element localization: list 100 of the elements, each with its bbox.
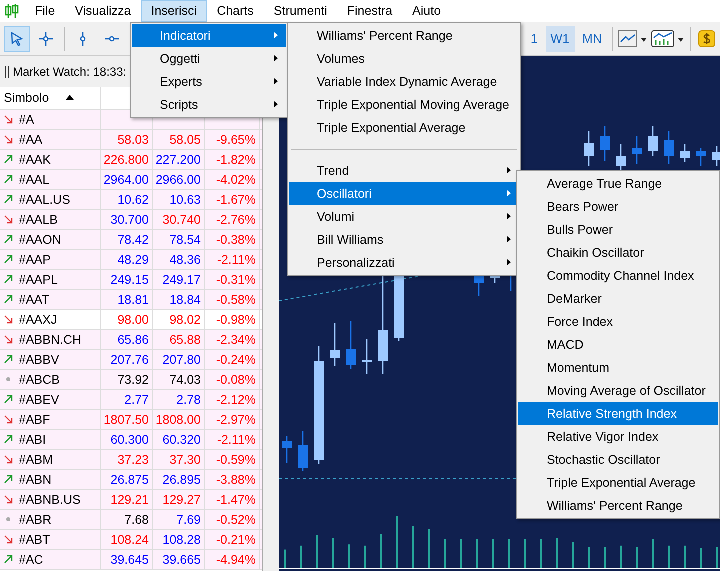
ask-cell: 39.665 [162, 552, 201, 566]
change-cell: -0.58% [216, 292, 256, 306]
ask-cell: 129.27 [162, 492, 201, 506]
candle [346, 321, 356, 369]
bid-cell: 7.68 [124, 512, 149, 526]
menu-item[interactable]: Stochastic Oscillator [518, 448, 718, 471]
candle [298, 431, 308, 471]
menu-item[interactable]: Oggetti [132, 47, 286, 70]
submenu-arrow-icon [274, 55, 278, 62]
bid-cell: 226.800 [104, 152, 149, 166]
timeframe-button[interactable]: MN [578, 26, 607, 52]
menu-item[interactable]: Commodity Channel Index [518, 264, 718, 287]
menu-item[interactable]: Triple Exponential Moving Average [289, 93, 519, 116]
symbol-cell: #AAP [19, 252, 51, 266]
symbol-cell: #AAK [19, 152, 51, 166]
menu-item[interactable]: Force Index [518, 310, 718, 333]
menu-item[interactable]: Triple Exponential Average [518, 471, 718, 494]
menu-item[interactable]: Experts [132, 70, 286, 93]
menu-item[interactable]: Visualizza [65, 0, 142, 22]
submenu-arrow-icon [507, 236, 511, 243]
timeframe-button[interactable]: W1 [546, 26, 575, 52]
candle [696, 148, 706, 166]
symbol-cell: #ABR [19, 512, 52, 526]
bid-cell: 30.700 [110, 212, 149, 226]
symbol-cell: #AALB [19, 212, 58, 226]
menu-item[interactable]: Scripts [132, 93, 286, 116]
menu-item[interactable]: Bulls Power [518, 218, 718, 241]
down-arrow-icon [4, 415, 13, 424]
ask-cell: 2.78 [176, 392, 201, 406]
ask-cell: 7.69 [176, 512, 201, 526]
menu-item[interactable]: Chaikin Oscillator [518, 241, 718, 264]
timeframe-button[interactable]: 1 [526, 26, 543, 52]
change-cell: -0.52% [216, 512, 256, 526]
up-arrow-icon [4, 195, 13, 204]
change-cell: -1.47% [216, 492, 256, 506]
crosshair-icon [38, 30, 54, 46]
pointer-tool-button[interactable] [4, 26, 30, 52]
menu-item[interactable]: Aiuto [402, 0, 452, 22]
change-cell: -3.88% [216, 472, 256, 486]
ask-cell: 207.80 [162, 352, 201, 366]
menu-item[interactable]: Variable Index Dynamic Average [289, 70, 519, 93]
menu-item[interactable]: Inserisci [141, 0, 208, 22]
bid-cell: 98.00 [118, 312, 149, 326]
grip-icon [5, 66, 10, 78]
bid-cell: 37.23 [118, 452, 149, 466]
menu-item[interactable]: Bears Power [518, 195, 718, 218]
change-cell: -2.34% [216, 332, 256, 346]
menu-item[interactable]: Volumi [289, 205, 519, 228]
menu-item[interactable]: Moving Average of Oscillator [518, 379, 718, 402]
symbol-cell: #A [19, 112, 34, 126]
menu-item[interactable]: Trend [289, 159, 519, 182]
menu-item[interactable]: Bill Williams [289, 228, 519, 251]
bid-cell: 108.24 [110, 532, 149, 546]
menu-item[interactable]: Volumes [289, 47, 519, 70]
menu-item[interactable]: Charts [207, 0, 264, 22]
change-cell: -0.59% [216, 452, 256, 466]
symbol-cell: #ABN [19, 472, 52, 486]
symbol-cell: #ABNB.US [19, 492, 81, 506]
change-cell: -0.98% [216, 312, 256, 326]
dot-icon [4, 375, 13, 384]
bid-cell: 26.875 [110, 472, 149, 486]
menu-item[interactable]: Indicatori [132, 24, 286, 47]
menu-item[interactable]: Williams' Percent Range [518, 494, 718, 517]
menu-item[interactable]: File [25, 0, 66, 22]
menu-item[interactable]: Williams' Percent Range [289, 24, 519, 47]
menu-item[interactable]: Personalizzati [289, 251, 519, 274]
down-arrow-icon [4, 215, 13, 224]
candle [600, 126, 610, 161]
dollar-icon[interactable] [698, 30, 716, 48]
candle [680, 144, 690, 162]
change-cell: -0.38% [216, 232, 256, 246]
change-cell: -1.67% [216, 192, 256, 206]
menu-item[interactable]: Strumenti [264, 0, 338, 22]
menu-item[interactable]: Triple Exponential Average [289, 116, 519, 139]
bid-cell: 73.92 [118, 372, 149, 386]
menu-item[interactable]: DeMarker [518, 287, 718, 310]
change-cell: -0.24% [216, 352, 256, 366]
bid-cell: 1807.50 [104, 412, 149, 426]
up-arrow-icon [4, 555, 13, 564]
symbol-cell: #ABT [19, 532, 50, 546]
menu-item[interactable]: MACD [518, 333, 718, 356]
symbol-cell: #ABI [19, 432, 46, 446]
ask-cell: 60.320 [162, 432, 201, 446]
symbol-cell: #AA [19, 132, 43, 146]
menu-item[interactable]: Relative Strength Index [518, 402, 718, 425]
symbol-cell: #AC [19, 552, 44, 566]
symbol-cell: #AAL [19, 172, 50, 186]
menu-item[interactable]: Momentum [518, 356, 718, 379]
menu-item[interactable]: Oscillatori [289, 182, 519, 205]
candle [282, 436, 292, 463]
menu-item[interactable]: Average True Range [518, 172, 718, 195]
ask-cell: 1808.00 [156, 412, 201, 426]
menu-item[interactable]: Relative Vigor Index [518, 425, 718, 448]
up-arrow-icon [4, 395, 13, 404]
bid-cell: 58.03 [118, 132, 149, 146]
up-arrow-icon [4, 355, 13, 364]
change-cell: -0.31% [216, 272, 256, 286]
ask-cell: 58.05 [170, 132, 201, 146]
menu-item[interactable]: Finestra [337, 0, 403, 22]
sort-ascending-icon [66, 95, 74, 100]
